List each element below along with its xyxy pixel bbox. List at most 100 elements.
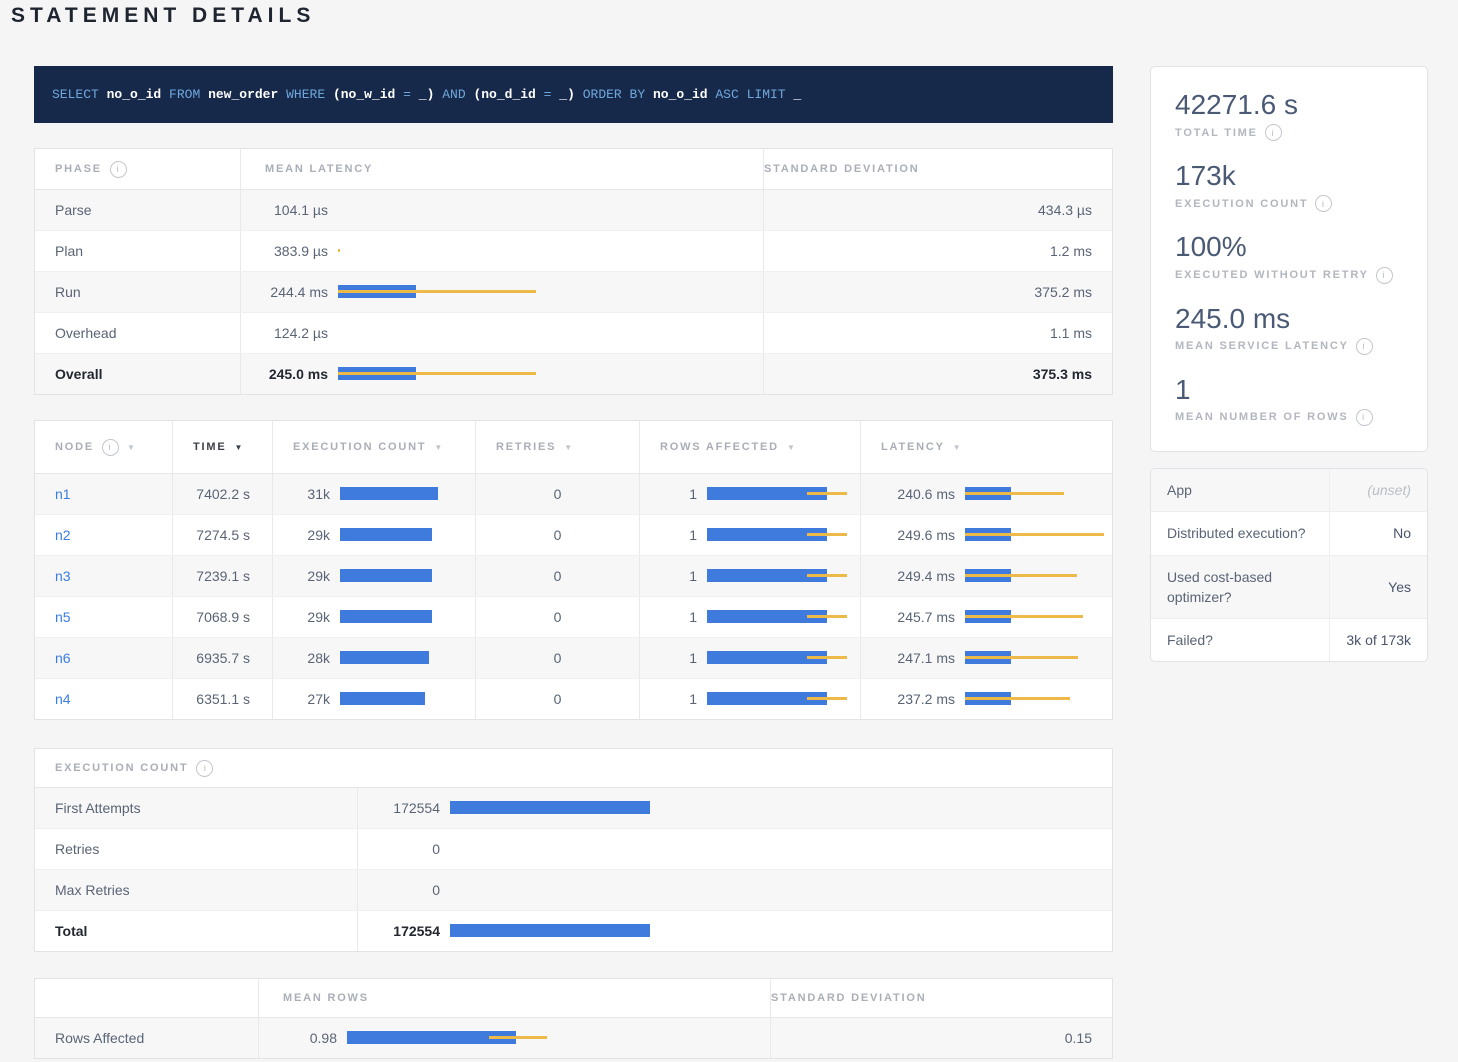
sort-icon[interactable]: ▼ [787,443,797,452]
mean-latency-cell: 124.2 µs [241,313,764,353]
mean-rows-bar [347,1031,770,1045]
attribute-row: App(unset) [1151,469,1427,512]
latency-bar [338,285,763,299]
sort-icon[interactable]: ▼ [234,443,244,452]
execution-count-label: Total [35,911,358,951]
stddev-bar [807,533,847,536]
bar-value: 0 [358,882,440,898]
latency-bar [965,487,1112,501]
standard-deviation-cell: 1.1 ms [764,313,1112,353]
sql-identifier: _) [419,87,435,102]
node-link[interactable]: n6 [55,650,71,666]
info-icon[interactable]: i [1356,338,1373,355]
retries-cell: 0 [476,515,640,555]
node-link[interactable]: n4 [55,691,71,707]
info-icon[interactable]: i [110,161,127,178]
sql-identifier: new_order [208,87,278,102]
phase-name: Plan [35,231,241,271]
rows-affected-bar [707,528,860,542]
info-icon[interactable]: i [1265,124,1282,141]
mean-rows-column-header: MEAN ROWS [259,979,771,1017]
latency-cell: 247.1 ms [861,638,1112,678]
node-row: n66935.7 s28k01247.1 ms [35,638,1112,679]
info-icon[interactable]: i [196,760,213,777]
sql-identifier: (no_d_id [473,87,535,102]
stat-label: MEAN NUMBER OF ROWSi [1175,409,1403,426]
sort-icon[interactable]: ▼ [127,443,137,452]
stat-label-text: TOTAL TIME [1175,127,1258,139]
node-column-header[interactable]: NODE i ▼ [35,421,173,473]
node-link[interactable]: n1 [55,486,71,502]
stat-label: MEAN SERVICE LATENCYi [1175,338,1403,355]
execution-count-cell: 29k [273,597,476,637]
attribute-label: Failed? [1151,619,1329,661]
sql-keyword: WHERE [286,87,325,102]
rows-column-label: ROWS AFFECTED [660,441,779,453]
node-cell: n1 [35,474,173,514]
execution-count-cell: 27k [273,679,476,719]
retries-column-header[interactable]: RETRIES▼ [476,421,640,473]
sql-keyword: = [403,87,411,102]
attribute-value: No [1329,512,1427,554]
sql-identifier: no_o_id [107,87,162,102]
execution-count-row: Max Retries0 [35,870,1112,911]
exec-column-header[interactable]: EXECUTION COUNT▼ [273,421,476,473]
bar-value: 383.9 µs [241,243,328,259]
execution-count-bar [340,610,475,624]
sql-keyword: SELECT [52,87,99,102]
execution-count-bar [450,883,1112,897]
sort-icon[interactable]: ▼ [434,443,444,452]
summary-stats-card: 42271.6 sTOTAL TIMEi173kEXECUTION COUNTi… [1150,66,1428,452]
bar-value: 0.98 [259,1030,337,1046]
stddev-bar [965,615,1083,618]
attribute-label: App [1151,469,1329,511]
execution-count-cell: 31k [273,474,476,514]
stat-label-text: EXECUTED WITHOUT RETRY [1175,269,1369,281]
latency-column-header[interactable]: LATENCY▼ [861,421,1112,473]
stddev-bar [965,533,1104,536]
info-icon[interactable]: i [1315,195,1332,212]
rows-column-header[interactable]: ROWS AFFECTED ▼ [640,421,861,473]
retries-cell: 0 [476,474,640,514]
mean-latency-cell: 104.1 µs [241,190,764,230]
stddev-bar [807,574,847,577]
stddev-bar [965,574,1077,577]
node-row: n57068.9 s29k01245.7 ms [35,597,1112,638]
mean-latency-column-label: MEAN LATENCY [265,163,373,175]
retries-cell: 0 [476,679,640,719]
node-row: n27274.5 s29k01249.6 ms [35,515,1112,556]
execution-count-label: Retries [35,829,358,869]
time-column-header[interactable]: TIME▼ [173,421,273,473]
node-link[interactable]: n5 [55,609,71,625]
mean-bar [340,692,425,705]
rows-affected-bar [707,610,860,624]
sort-icon[interactable]: ▼ [564,443,574,452]
sort-icon[interactable]: ▼ [953,443,963,452]
execution-count-table: EXECUTION COUNT i First Attempts172554Re… [34,748,1113,952]
attribute-value: Yes [1329,556,1427,619]
mean-bar [340,651,429,664]
time-cell: 7068.9 s [173,597,273,637]
execution-count-table-body: First Attempts172554Retries0Max Retries0… [35,788,1112,951]
execution-count-value-cell: 0 [358,829,1112,869]
bar-value: 1 [640,486,697,502]
bar-value: 1 [640,650,697,666]
attribute-row: Failed?3k of 173k [1151,619,1427,661]
rows-affected-table: MEAN ROWS STANDARD DEVIATION Rows Affect… [34,978,1113,1059]
node-link[interactable]: n2 [55,527,71,543]
standard-deviation-cell: 0.15 [771,1018,1112,1058]
statement-attributes-card: App(unset)Distributed execution?NoUsed c… [1150,468,1428,662]
node-link[interactable]: n3 [55,568,71,584]
phase-name: Run [35,272,241,312]
stddev-bar [807,615,847,618]
phase-column-label: PHASE [55,163,102,175]
info-icon[interactable]: i [102,439,119,456]
stddev-bar [965,697,1070,700]
info-icon[interactable]: i [1376,267,1393,284]
bar-value: 1 [640,527,697,543]
phase-row: Overhead124.2 µs1.1 ms [35,313,1112,354]
info-icon[interactable]: i [1356,409,1373,426]
mean-latency-column-header: MEAN LATENCY [241,149,764,189]
node-column-label: NODE [55,441,94,453]
bar-value: 244.4 ms [241,284,328,300]
